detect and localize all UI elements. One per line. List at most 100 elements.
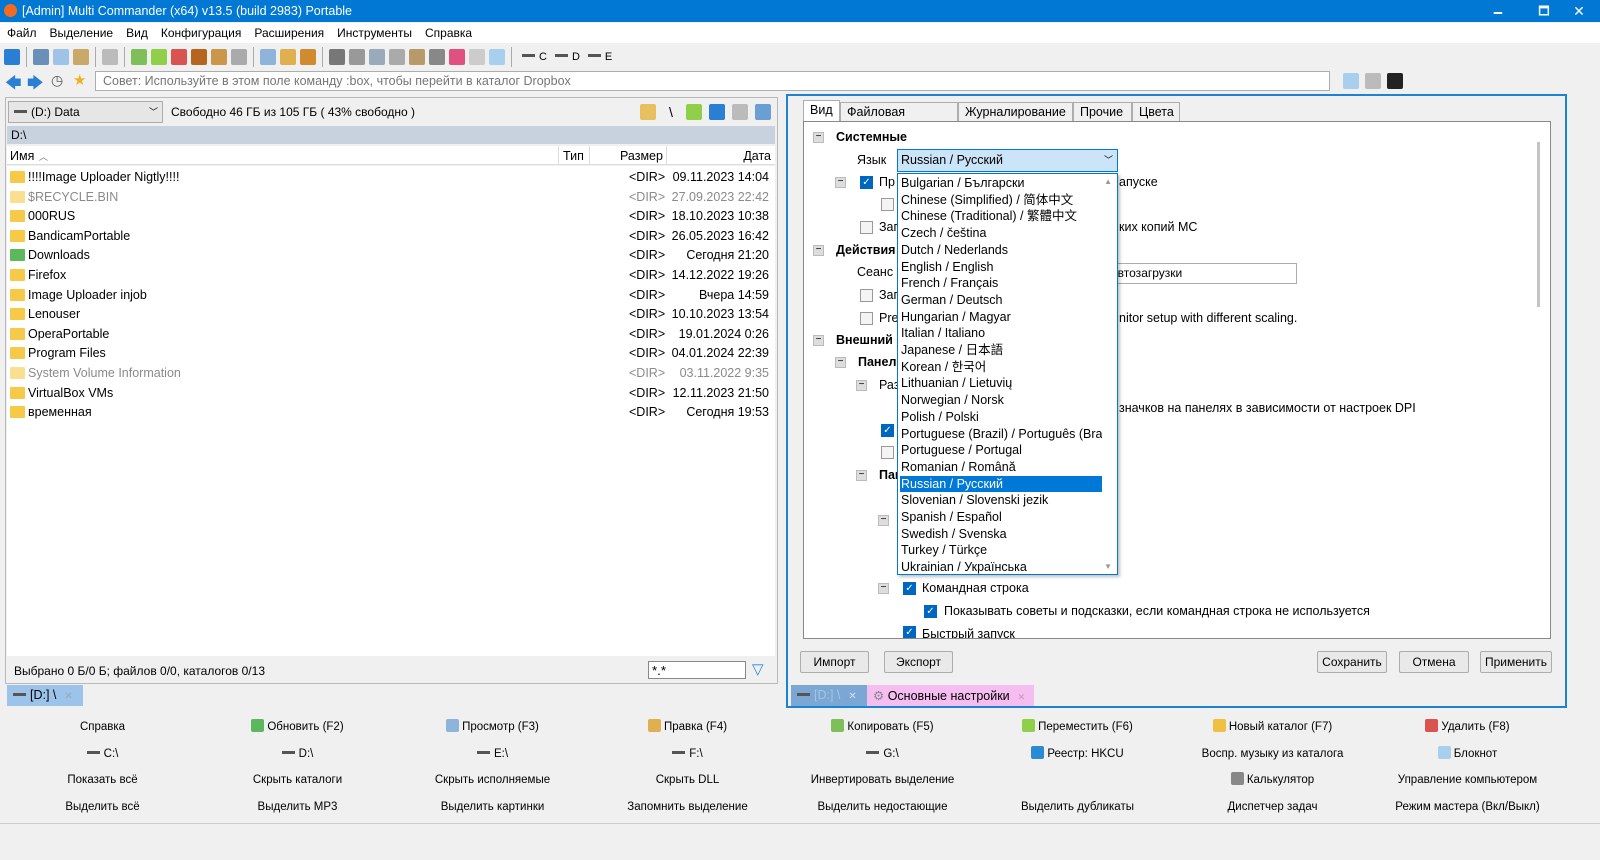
minimize-button[interactable]: 🗕 — [1475, 0, 1521, 22]
tab-left-drive[interactable]: [D:] \ ✕ — [7, 685, 83, 706]
menu-item[interactable]: Конфигурация — [154, 23, 248, 40]
save-button[interactable]: Сохранить — [1317, 651, 1387, 673]
export-button[interactable]: Экспорт — [884, 651, 953, 673]
language-option[interactable]: Spanish / Español — [900, 509, 1102, 526]
column-type[interactable]: Тип — [563, 149, 584, 163]
language-option[interactable]: Japanese / 日本語 — [900, 342, 1102, 359]
collapse-toggle[interactable]: − — [835, 357, 846, 368]
chat-icon[interactable] — [469, 49, 485, 65]
screen-icon[interactable] — [489, 49, 505, 65]
file-row[interactable]: System Volume Information <DIR> 03.11.2022… — [7, 363, 775, 383]
function-button[interactable]: Выделить всё — [5, 796, 200, 823]
tab-other[interactable]: Прочие — [1073, 102, 1132, 121]
apply-button[interactable]: Применить — [1480, 651, 1552, 673]
file-row[interactable]: Lenouser <DIR> 10.10.2023 13:54 — [7, 304, 775, 324]
language-option[interactable]: Norwegian / Norsk — [900, 392, 1102, 409]
command-line-input[interactable] — [95, 71, 1330, 91]
select-icon[interactable] — [102, 49, 118, 65]
function-button[interactable]: Просмотр (F3) — [395, 716, 590, 743]
tab-view[interactable]: Вид — [803, 100, 840, 122]
checkbox[interactable]: ✓ — [903, 626, 916, 638]
function-button[interactable]: Показать всё — [5, 769, 200, 796]
function-button[interactable]: Выделить MP3 — [200, 796, 395, 823]
close-tab-icon[interactable]: ✕ — [64, 691, 72, 702]
close-tab-icon[interactable]: ✕ — [848, 691, 856, 702]
drive-selector[interactable]: (D:) Data ﹀ — [8, 101, 163, 123]
function-button[interactable]: Переместить (F6) — [980, 716, 1175, 743]
checkbox[interactable] — [881, 198, 894, 211]
console-icon[interactable] — [1387, 73, 1403, 89]
language-option[interactable]: Korean / 한국어 — [900, 359, 1102, 376]
parent-folder-icon[interactable] — [686, 104, 702, 120]
column-size[interactable]: Размер — [620, 149, 663, 163]
menu-item[interactable]: Инструменты — [330, 23, 418, 40]
file-row[interactable]: 000RUS <DIR> 18.10.2023 10:38 — [7, 206, 775, 226]
file-row[interactable]: временная <DIR> Сегодня 19:53 — [7, 402, 775, 422]
refresh-icon[interactable] — [709, 104, 725, 120]
function-button[interactable]: F:\ — [590, 743, 785, 770]
menu-item[interactable]: Вид — [119, 23, 154, 40]
collapse-toggle[interactable]: − — [813, 132, 824, 143]
drive-button-c[interactable]: C — [522, 51, 547, 63]
back-icon[interactable]: 🡄 — [5, 72, 22, 99]
notepad-icon[interactable] — [1343, 73, 1359, 89]
tab-colors[interactable]: Цвета — [1132, 102, 1180, 121]
path-bar[interactable]: D:\ — [7, 126, 775, 144]
language-option[interactable]: Romanian / Română — [900, 459, 1102, 476]
tools-icon[interactable] — [732, 104, 748, 120]
function-button[interactable]: Выделить дубликаты — [980, 796, 1175, 823]
function-button[interactable]: Инвертировать выделение — [785, 769, 980, 796]
filter-icon[interactable]: ▽ — [752, 660, 764, 678]
function-button[interactable]: E:\ — [395, 743, 590, 770]
function-button[interactable]: Новый каталог (F7) — [1175, 716, 1370, 743]
color-wheel-icon[interactable] — [449, 49, 465, 65]
menu-item[interactable]: Выделение — [43, 23, 120, 40]
filter-input[interactable] — [648, 661, 746, 679]
clipboard-icon[interactable] — [409, 49, 425, 65]
function-button[interactable]: Диспетчер задач — [1175, 796, 1370, 823]
collapse-toggle[interactable]: − — [856, 380, 867, 391]
function-button[interactable]: Выделить недостающие — [785, 796, 980, 823]
function-button[interactable]: Удалить (F8) — [1370, 716, 1565, 743]
function-button[interactable]: C:\ — [5, 743, 200, 770]
function-button[interactable]: Справка — [5, 716, 200, 743]
history-icon[interactable]: ◷ — [51, 72, 63, 89]
checkbox[interactable]: ✓ — [924, 605, 937, 618]
function-button[interactable]: Копировать (F5) — [785, 716, 980, 743]
collapse-toggle[interactable]: − — [813, 245, 824, 256]
new-folder-icon[interactable] — [231, 49, 247, 65]
checkbox[interactable] — [860, 289, 873, 302]
checkbox[interactable]: ✓ — [881, 424, 894, 437]
function-button[interactable]: Запомнить выделение — [590, 796, 785, 823]
menu-item[interactable]: Файл — [0, 23, 43, 40]
menu-item[interactable]: Расширения — [247, 23, 330, 40]
checkbox[interactable]: ✓ — [903, 582, 916, 595]
language-option[interactable]: Portuguese (Brazil) / Português (Brasil) — [900, 426, 1102, 443]
root-icon[interactable]: \ — [663, 104, 679, 120]
language-option[interactable]: English / English — [900, 259, 1102, 276]
language-select[interactable]: Russian / Русский ﹀ — [897, 149, 1118, 172]
function-button[interactable]: Скрыть каталоги — [200, 769, 395, 796]
tab-filesystem[interactable]: Файловая система — [840, 102, 958, 133]
view-mode-icon[interactable] — [755, 104, 771, 120]
function-button[interactable]: D:\ — [200, 743, 395, 770]
close-tab-icon[interactable]: ✕ — [1018, 692, 1026, 702]
collapse-toggle[interactable]: − — [813, 335, 824, 346]
function-button[interactable]: Реестр: HKCU — [980, 743, 1175, 770]
favorites-icon[interactable]: ★ — [73, 71, 86, 89]
folder-sync-icon[interactable] — [640, 104, 656, 120]
file-row[interactable]: $RECYCLE.BIN <DIR> 27.09.2023 22:42 — [7, 187, 775, 207]
archive-icon[interactable] — [191, 49, 207, 65]
language-option[interactable]: German / Deutsch — [900, 292, 1102, 309]
checkbox[interactable] — [860, 312, 873, 325]
collapse-toggle[interactable]: − — [856, 470, 867, 481]
tab-right-drive[interactable]: [D:] \ ✕ — [791, 685, 867, 706]
delete-file-icon[interactable] — [171, 49, 187, 65]
language-option[interactable]: Italian / Italiano — [900, 325, 1102, 342]
language-option[interactable]: Dutch / Nederlands — [900, 242, 1102, 259]
checkbox[interactable] — [881, 446, 894, 459]
file-row[interactable]: Downloads <DIR> Сегодня 21:20 — [7, 245, 775, 265]
doc2-icon[interactable] — [369, 49, 385, 65]
language-option[interactable]: Chinese (Simplified) / 简体中文 — [900, 192, 1102, 209]
function-button[interactable]: Режим мастера (Вкл/Выкл) — [1370, 796, 1565, 823]
